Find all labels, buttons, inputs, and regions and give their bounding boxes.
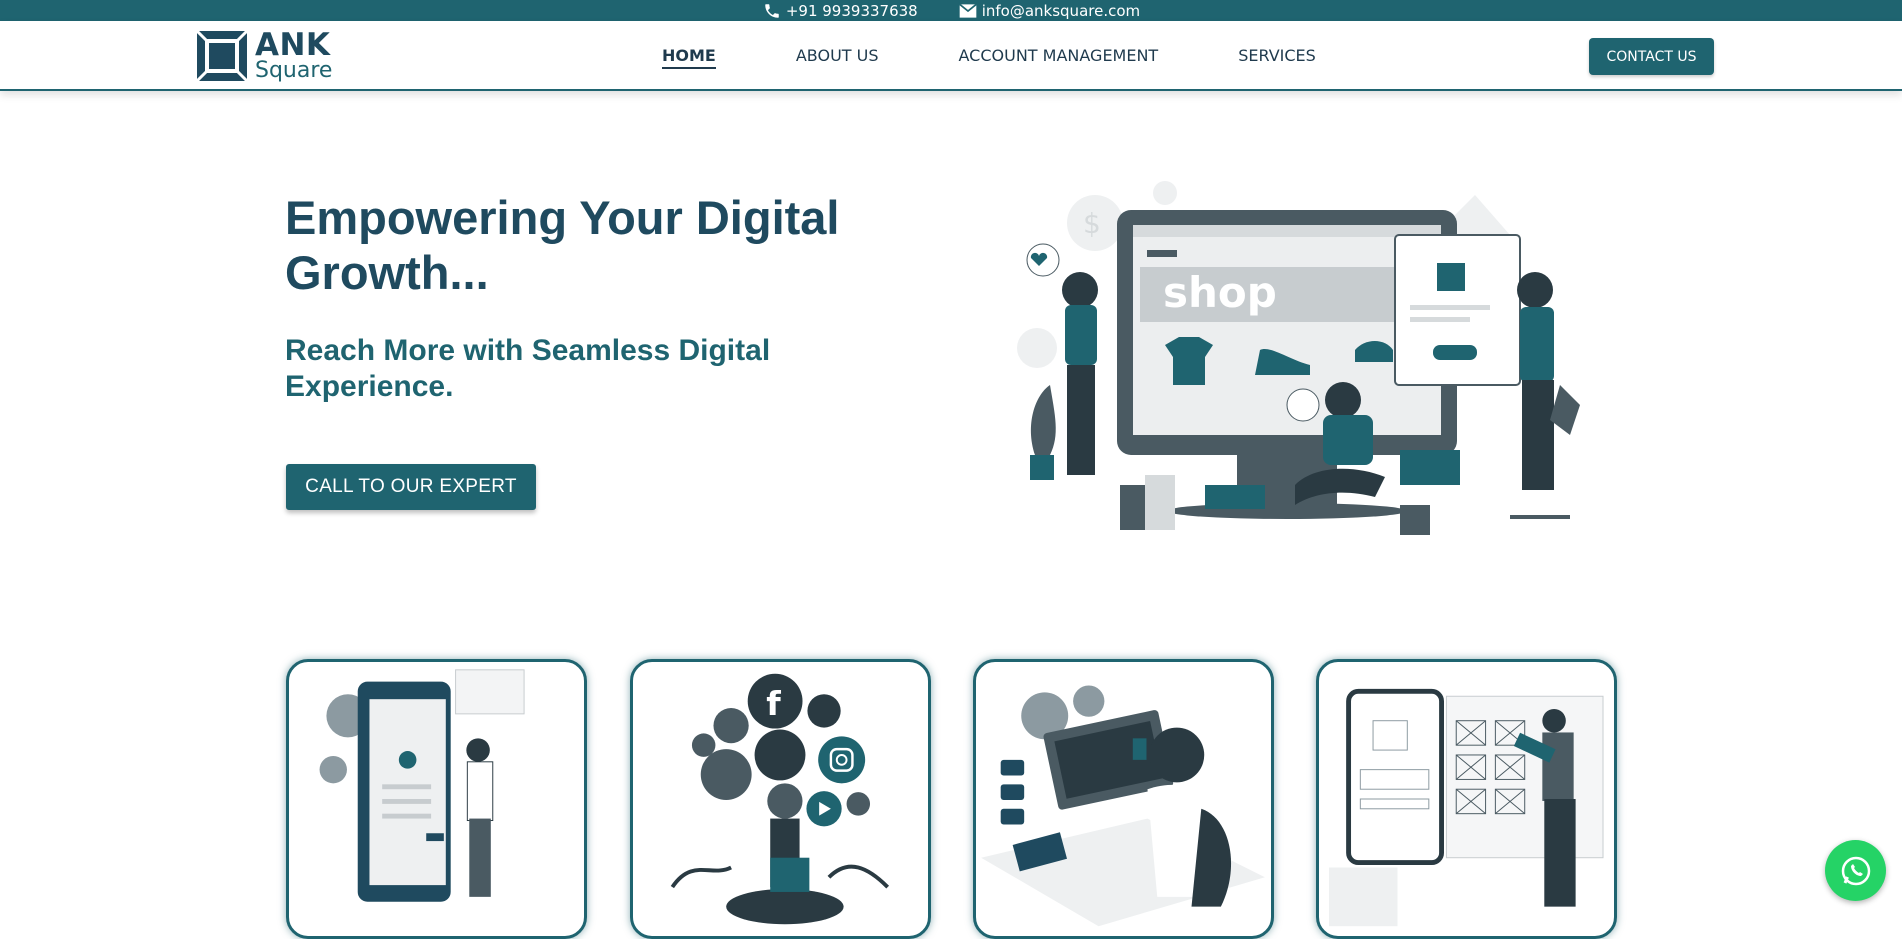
- wireframe-design-illustration-icon: [1329, 688, 1604, 927]
- social-media-illustration-icon: f: [670, 673, 890, 925]
- main-nav: HOME ABOUT US ACCOUNT MANAGEMENT SERVICE…: [662, 46, 1396, 69]
- svg-text:f: f: [766, 684, 781, 723]
- service-card-social-media[interactable]: f: [630, 659, 931, 939]
- nav-item-services[interactable]: SERVICES: [1238, 46, 1316, 69]
- phone-icon: [765, 3, 779, 18]
- mobile-app-illustration-icon: [319, 669, 525, 902]
- contact-us-button[interactable]: CONTACT US: [1589, 38, 1714, 75]
- brand-line1: ANK: [255, 27, 331, 63]
- nav-item-about-us[interactable]: ABOUT US: [796, 46, 879, 69]
- ecommerce-shop-illustration: $ shop: [1017, 181, 1580, 535]
- nav-item-account-management[interactable]: ACCOUNT MANAGEMENT: [959, 46, 1159, 69]
- web-development-illustration-icon: [981, 685, 1265, 927]
- hero-title: Empowering Your Digital Growth...: [285, 191, 840, 299]
- email-address: info@anksquare.com: [981, 1, 1141, 20]
- whatsapp-chat-button[interactable]: [1825, 840, 1886, 901]
- phone-number: +91 9939337638: [785, 1, 918, 20]
- svg-text:$: $: [1083, 207, 1101, 240]
- service-card-web-development[interactable]: [973, 659, 1274, 939]
- nav-item-home[interactable]: HOME: [662, 46, 716, 69]
- call-expert-button[interactable]: CALL TO OUR EXPERT: [286, 464, 536, 510]
- brand-name: ANK Square: [255, 30, 332, 82]
- ank-square-logo-icon: [195, 29, 249, 83]
- envelope-icon: [958, 3, 977, 18]
- top-info-bar: +91 9939337638 info@anksquare.com: [0, 0, 1902, 21]
- service-card-mobile-app[interactable]: [286, 659, 587, 939]
- brand-line2: Square: [255, 58, 333, 83]
- main-header: ANK Square HOME ABOUT US ACCOUNT MANAGEM…: [0, 21, 1902, 91]
- service-card-wireframe-design[interactable]: [1316, 659, 1617, 939]
- email-contact[interactable]: info@anksquare.com: [958, 2, 1140, 20]
- shop-banner-text: shop: [1163, 268, 1277, 317]
- hero-subtitle: Reach More with Seamless Digital Experie…: [285, 334, 771, 403]
- phone-contact[interactable]: +91 9939337638: [762, 2, 918, 20]
- brand-logo[interactable]: ANK Square: [195, 29, 332, 83]
- whatsapp-icon: [1841, 856, 1870, 885]
